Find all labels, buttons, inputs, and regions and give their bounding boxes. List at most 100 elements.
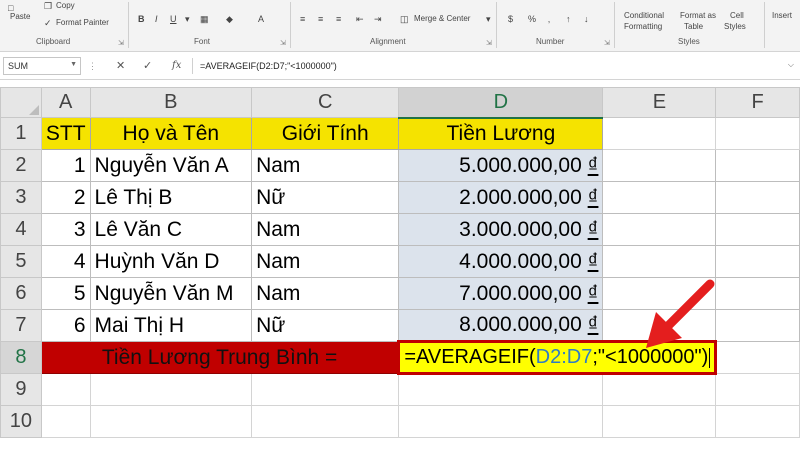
cell-e5[interactable] — [602, 245, 717, 278]
cancel-icon[interactable]: ✕ — [116, 59, 125, 72]
cell-b7[interactable]: Mai Thị H — [89, 309, 253, 342]
cell-a3[interactable]: 2 — [40, 181, 91, 214]
cell-e10[interactable] — [602, 405, 717, 438]
cell-d2[interactable]: 5.000.000,00 ₫ — [398, 149, 604, 182]
average-label-cell[interactable]: Tiền Lương Trung Bình = — [40, 341, 400, 374]
cell-a5[interactable]: 4 — [40, 245, 91, 278]
increase-decimal-icon[interactable]: ↑ — [566, 14, 571, 24]
cell-f7[interactable] — [715, 309, 800, 342]
chevron-down-icon[interactable]: ▼ — [70, 61, 77, 68]
cell-b4[interactable]: Lê Văn C — [89, 213, 253, 246]
cell-f8[interactable] — [715, 341, 800, 374]
cell-b9[interactable] — [89, 373, 253, 406]
cell-f10[interactable] — [715, 405, 800, 438]
cell-e2[interactable] — [602, 149, 717, 182]
formula-bar-grip-icon[interactable]: ⋮ — [88, 61, 97, 72]
underline-dropdown-icon[interactable]: ▾ — [185, 14, 190, 24]
cell-c2[interactable]: Nam — [251, 149, 400, 182]
row-header-10[interactable]: 10 — [0, 405, 42, 438]
cell-d3[interactable]: 2.000.000,00 ₫ — [398, 181, 604, 214]
name-box[interactable]: SUM ▼ — [3, 57, 81, 75]
cell-b3[interactable]: Lê Thị B — [89, 181, 253, 214]
paste-button[interactable]: Paste — [10, 12, 30, 21]
cell-f9[interactable] — [715, 373, 800, 406]
cell-e9[interactable] — [602, 373, 717, 406]
row-header-3[interactable]: 3 — [0, 181, 42, 214]
underline-icon[interactable]: U — [170, 14, 177, 24]
cell-f6[interactable] — [715, 277, 800, 310]
cell-e4[interactable] — [602, 213, 717, 246]
alignment-launcher-icon[interactable]: ⇲ — [486, 39, 492, 47]
fill-color-icon[interactable]: ◆ — [226, 14, 233, 24]
cell-styles-button[interactable]: Cell — [730, 11, 744, 20]
row-header-6[interactable]: 6 — [0, 277, 42, 310]
row-header-9[interactable]: 9 — [0, 373, 42, 406]
accounting-format-icon[interactable]: $ — [508, 14, 513, 24]
row-header-1[interactable]: 1 — [0, 117, 42, 150]
cell-c5[interactable]: Nam — [251, 245, 400, 278]
italic-icon[interactable]: I — [155, 14, 158, 24]
cell-f2[interactable] — [715, 149, 800, 182]
cell-d6[interactable]: 7.000.000,00 ₫ — [398, 277, 604, 310]
cell-e3[interactable] — [602, 181, 717, 214]
cell-f1[interactable] — [715, 117, 800, 150]
number-launcher-icon[interactable]: ⇲ — [604, 39, 610, 47]
column-header-c[interactable]: C — [251, 87, 400, 118]
cell-b1[interactable]: Họ và Tên — [89, 117, 253, 150]
cell-d1[interactable]: Tiền Lương — [398, 117, 604, 150]
cell-c10[interactable] — [251, 405, 400, 438]
format-painter-button[interactable]: Format Painter — [56, 18, 109, 27]
cell-c4[interactable]: Nam — [251, 213, 400, 246]
borders-icon[interactable]: ▦ — [200, 14, 209, 24]
conditional-formatting-button[interactable]: Conditional — [624, 11, 664, 20]
cell-a2[interactable]: 1 — [40, 149, 91, 182]
formula-input[interactable]: =AVERAGEIF(D2:D7;"<1000000") — [200, 61, 337, 71]
expand-formula-bar-icon[interactable]: ⌵ — [788, 60, 794, 70]
row-header-4[interactable]: 4 — [0, 213, 42, 246]
column-header-a[interactable]: A — [40, 87, 91, 118]
decrease-decimal-icon[interactable]: ↓ — [584, 14, 589, 24]
merge-center-button[interactable]: Merge & Center — [414, 14, 470, 23]
cell-a7[interactable]: 6 — [40, 309, 91, 342]
insert-cells-button[interactable]: Insert — [772, 11, 792, 20]
cell-f4[interactable] — [715, 213, 800, 246]
copy-button[interactable]: Copy — [56, 1, 75, 10]
row-header-2[interactable]: 2 — [0, 149, 42, 182]
cell-a4[interactable]: 3 — [40, 213, 91, 246]
comma-style-icon[interactable]: ‚ — [548, 14, 550, 24]
column-header-f[interactable]: F — [715, 87, 800, 118]
font-color-icon[interactable]: A — [258, 14, 264, 24]
cell-b2[interactable]: Nguyễn Văn A — [89, 149, 253, 182]
cell-b5[interactable]: Huỳnh Văn D — [89, 245, 253, 278]
cell-e1[interactable] — [602, 117, 717, 150]
cell-c3[interactable]: Nữ — [251, 181, 400, 214]
cell-d10[interactable] — [398, 405, 604, 438]
cell-c7[interactable]: Nữ — [251, 309, 400, 342]
insert-function-button[interactable]: fx — [172, 60, 181, 71]
cell-c9[interactable] — [251, 373, 400, 406]
align-left-icon[interactable]: ≡ — [300, 14, 305, 24]
cell-c1[interactable]: Giới Tính — [251, 117, 400, 150]
row-header-7[interactable]: 7 — [0, 309, 42, 342]
cell-b6[interactable]: Nguyễn Văn M — [89, 277, 253, 310]
row-header-8[interactable]: 8 — [0, 341, 42, 374]
format-as-table-button[interactable]: Format as — [680, 11, 716, 20]
clipboard-launcher-icon[interactable]: ⇲ — [118, 39, 124, 47]
cell-d9[interactable] — [398, 373, 604, 406]
bold-icon[interactable]: B — [138, 14, 145, 24]
column-header-d[interactable]: D — [398, 87, 604, 119]
row-header-5[interactable]: 5 — [0, 245, 42, 278]
merge-dropdown-icon[interactable]: ▾ — [486, 14, 491, 24]
cell-a10[interactable] — [40, 405, 91, 438]
cell-a9[interactable] — [40, 373, 91, 406]
worksheet-grid[interactable]: A B C D E F 1 STT Họ và Tên Giới Tính Ti… — [0, 87, 800, 438]
cell-f5[interactable] — [715, 245, 800, 278]
cell-c6[interactable]: Nam — [251, 277, 400, 310]
cell-d4[interactable]: 3.000.000,00 ₫ — [398, 213, 604, 246]
enter-check-icon[interactable]: ✓ — [143, 59, 152, 72]
cell-f3[interactable] — [715, 181, 800, 214]
align-center-icon[interactable]: ≡ — [318, 14, 323, 24]
align-right-icon[interactable]: ≡ — [336, 14, 341, 24]
column-header-e[interactable]: E — [602, 87, 717, 118]
column-header-b[interactable]: B — [89, 87, 253, 118]
